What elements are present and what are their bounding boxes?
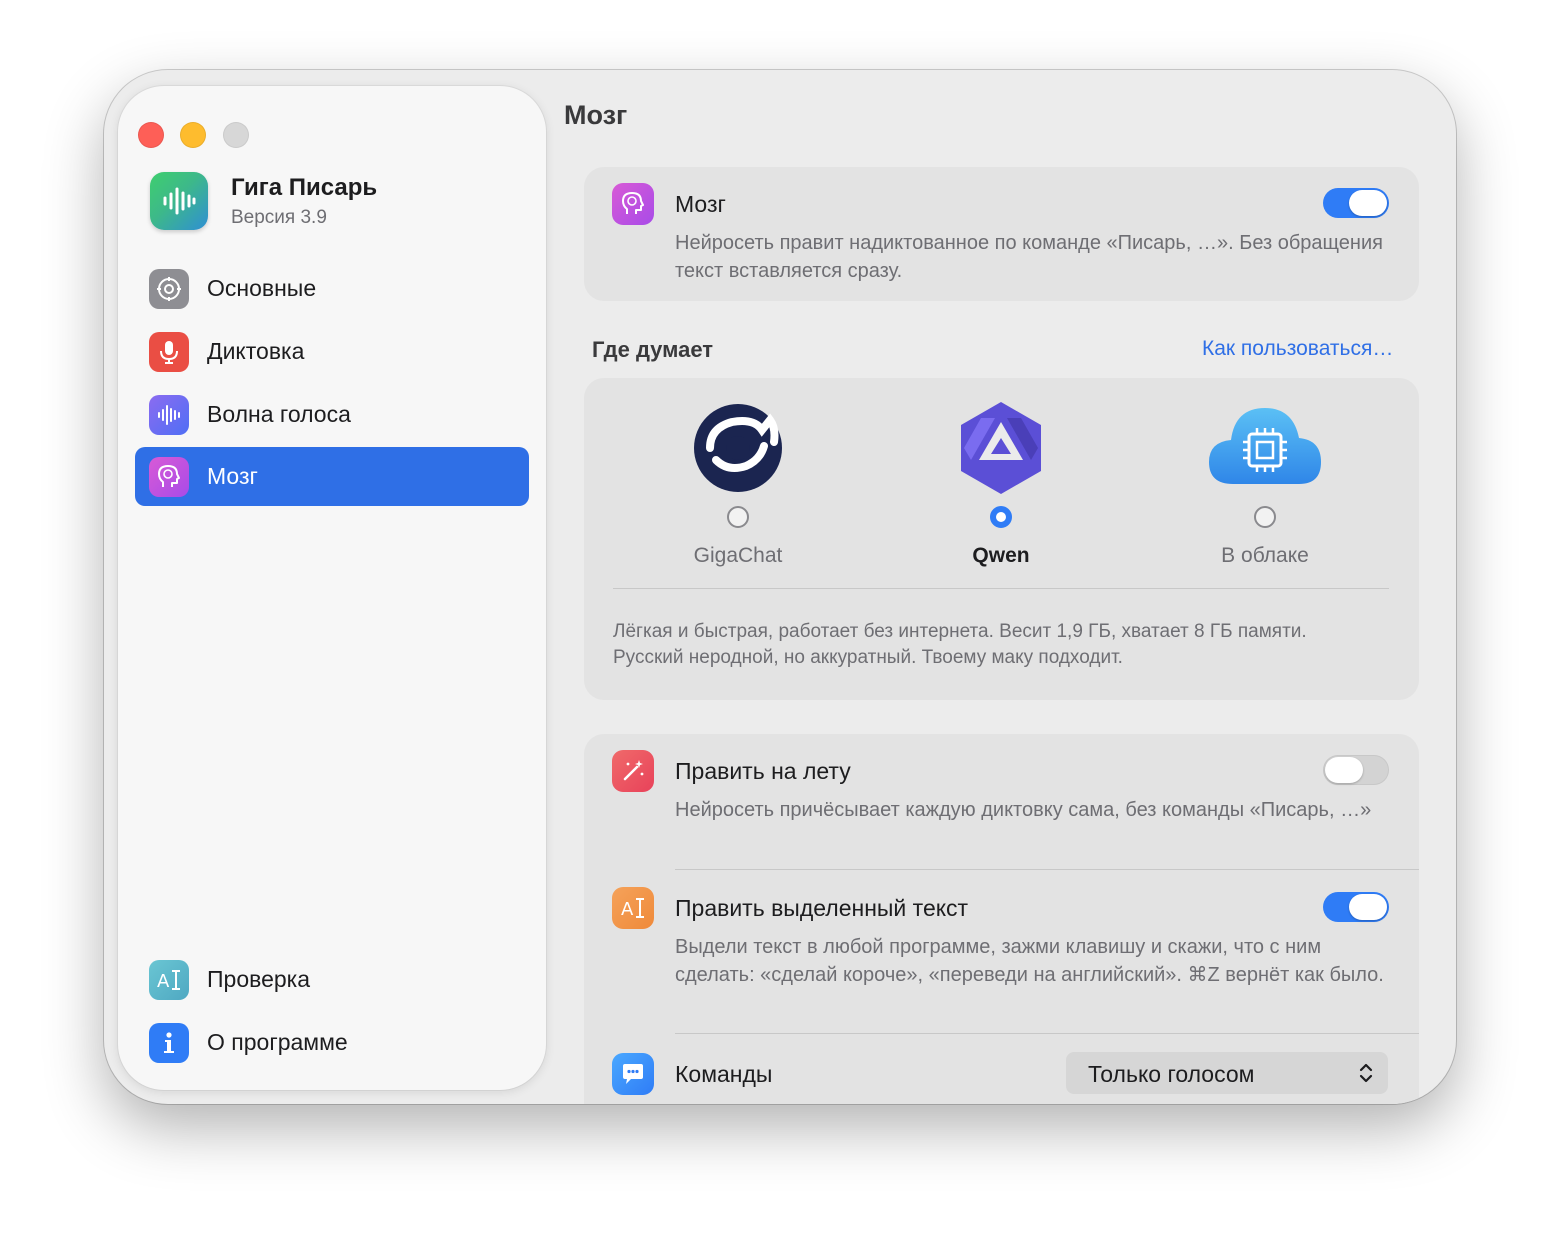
sidebar-item-label: О программе: [207, 1029, 348, 1055]
edit-selected-title: Править выделенный текст: [675, 895, 969, 921]
chat-bubble-icon: [612, 1053, 654, 1095]
close-window-button[interactable]: [138, 122, 164, 148]
option-label: Qwen: [972, 544, 1030, 567]
commands-select[interactable]: Только голосом: [1066, 1052, 1388, 1094]
sidebar-item-label: Основные: [207, 275, 317, 301]
option-qwen[interactable]: Qwen: [891, 398, 1111, 568]
text-cursor-icon: A: [149, 959, 189, 1000]
commands-title: Команды: [675, 1061, 773, 1087]
how-to-use-link[interactable]: Как пользоваться…: [1202, 337, 1393, 361]
commands-select-value: Только голосом: [1088, 1061, 1255, 1087]
sidebar-item-label: Мозг: [207, 463, 258, 489]
settings-card: Править на лету Нейросеть причёсывает ка…: [584, 734, 1419, 1104]
gear-icon: [149, 268, 189, 309]
sidebar-item-general[interactable]: Основные: [135, 259, 529, 318]
option-label: GigaChat: [693, 544, 783, 567]
brain-head-icon: [149, 456, 189, 497]
sidebar-item-label: Диктовка: [207, 338, 305, 364]
waveform-icon: [149, 394, 189, 435]
brain-card: Мозг Нейросеть правит надиктованное по к…: [584, 167, 1419, 301]
page-title: Мозг: [564, 100, 628, 130]
option-cloud[interactable]: В облаке: [1155, 398, 1375, 568]
model-select-card: GigaChat Qwen В облаке Лёгкая и быстрая,…: [584, 378, 1419, 700]
model-description: Лёгкая и быстрая, работает без интернета…: [613, 621, 1307, 668]
svg-text:A: A: [621, 899, 634, 920]
app-name: Гига Писарь: [231, 174, 378, 201]
section-title-where-thinks: Где думает: [592, 337, 714, 362]
option-gigachat[interactable]: GigaChat: [628, 398, 848, 568]
radio-cloud[interactable]: [1254, 506, 1276, 528]
gigachat-logo-icon: [688, 398, 788, 498]
sidebar-item-voice-wave[interactable]: Волна голоса: [135, 385, 529, 444]
qwen-logo-icon: [951, 398, 1051, 498]
sidebar-item-label: Проверка: [207, 966, 311, 992]
text-cursor-icon: A: [612, 887, 654, 929]
sidebar-item-brain[interactable]: Мозг: [135, 447, 529, 506]
sidebar: Гига Писарь Версия 3.9 Основные Диктовка…: [118, 86, 546, 1090]
zoom-window-button[interactable]: [223, 122, 249, 148]
sidebar-item-about[interactable]: О программе: [135, 1013, 529, 1072]
brain-description: Нейросеть правит надиктованное по команд…: [675, 232, 1383, 282]
svg-text:A: A: [157, 971, 170, 992]
brain-head-icon: [612, 183, 654, 225]
option-label: В облаке: [1221, 544, 1309, 567]
settings-window: Гига Писарь Версия 3.9 Основные Диктовка…: [104, 70, 1456, 1104]
app-waveform-icon: [150, 172, 208, 230]
on-the-fly-description: Нейросеть причёсывает каждую диктовку са…: [675, 799, 1372, 821]
on-the-fly-title: Править на лету: [675, 758, 851, 784]
chevron-updown-icon: [1358, 1060, 1374, 1091]
brain-toggle[interactable]: [1323, 188, 1389, 218]
sidebar-item-dictation[interactable]: Диктовка: [135, 322, 529, 381]
edit-selected-toggle[interactable]: [1323, 892, 1389, 922]
radio-qwen[interactable]: [990, 506, 1012, 528]
sidebar-item-label: Волна голоса: [207, 401, 351, 427]
sidebar-item-check[interactable]: A Проверка: [135, 950, 529, 1009]
radio-gigachat[interactable]: [727, 506, 749, 528]
brain-title: Мозг: [675, 191, 726, 217]
divider: [675, 869, 1419, 870]
divider: [613, 588, 1389, 589]
magic-wand-icon: [612, 750, 654, 792]
app-version: Версия 3.9: [231, 207, 327, 228]
microphone-icon: [149, 331, 189, 372]
edit-selected-description: Выдели текст в любой программе, зажми кл…: [675, 936, 1384, 986]
divider: [675, 1033, 1419, 1034]
on-the-fly-toggle[interactable]: [1323, 755, 1389, 785]
cloud-chip-icon: [1209, 398, 1321, 498]
minimize-window-button[interactable]: [180, 122, 206, 148]
info-icon: [149, 1022, 189, 1063]
